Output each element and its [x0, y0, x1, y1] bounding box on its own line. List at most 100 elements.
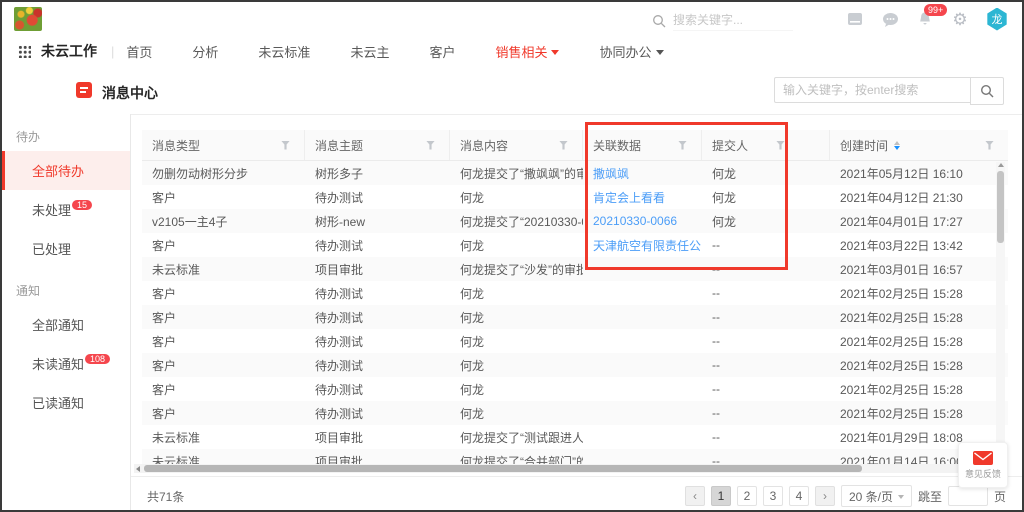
table-cell: 2021年05月12日 16:10	[830, 161, 1008, 185]
sidebar-item[interactable]: 已处理	[2, 229, 130, 268]
table-row[interactable]: 未云标准项目审批何龙提交了“沙发”的审批申请...--2021年03月01日 1…	[142, 257, 1008, 281]
table-cell: 何龙	[450, 353, 583, 377]
table-row[interactable]: 客户待办测试何龙--2021年02月25日 15:28	[142, 305, 1008, 329]
app-name[interactable]: 未云工作	[41, 41, 97, 61]
table-cell	[583, 377, 702, 401]
nav-item-3[interactable]: 未云标准	[258, 42, 310, 61]
sidebar-item[interactable]: 未处理15	[2, 190, 130, 229]
table-row[interactable]: 客户待办测试何龙肯定会上看看何龙2021年04月12日 21:30	[142, 185, 1008, 209]
scroll-left-icon[interactable]	[136, 466, 140, 472]
page-size-label: 20 条/页	[849, 488, 893, 505]
table-cell: 2021年03月01日 16:57	[830, 257, 1008, 281]
search-button[interactable]	[970, 77, 1004, 105]
sidebar-item-label: 全部通知	[32, 318, 84, 333]
filter-icon[interactable]	[776, 141, 785, 150]
feedback-label: 意见反馈	[965, 467, 1001, 480]
table-cell	[583, 329, 702, 353]
vertical-scrollbar[interactable]	[996, 162, 1005, 464]
table-row[interactable]: 客户待办测试何龙--2021年02月25日 15:28	[142, 281, 1008, 305]
table-row[interactable]: 勿删勿动树形分步树形多子何龙提交了“撒飒飒”的审批申...撒飒飒何龙2021年0…	[142, 161, 1008, 185]
table-row[interactable]: 未云标准项目审批何龙提交了“测试跟进人”的审...--2021年01月29日 1…	[142, 425, 1008, 449]
related-data-link[interactable]: 肯定会上看看	[593, 189, 665, 206]
sidebar-item[interactable]: 未读通知108	[2, 344, 130, 383]
top-bar: 搜索关键字... 99+ ⚙ 龙	[2, 2, 1022, 37]
table-header: 消息类型消息主题消息内容 关联数据 提交人创建时间	[142, 130, 1008, 161]
table-cell: 何龙	[702, 161, 830, 185]
column-header[interactable]: 创建时间	[830, 130, 1008, 160]
page-button-1[interactable]: 1	[711, 486, 731, 506]
prev-page-button[interactable]: ‹	[685, 486, 705, 506]
table-row[interactable]: 客户待办测试何龙--2021年02月25日 15:28	[142, 377, 1008, 401]
nav-item-1[interactable]: 首页	[126, 42, 152, 61]
feedback-button[interactable]: 意见反馈	[958, 442, 1008, 488]
table-cell: 待办测试	[305, 401, 450, 425]
table-cell	[583, 353, 702, 377]
table-cell: 何龙	[450, 305, 583, 329]
table-row[interactable]: 客户待办测试何龙--2021年02月25日 15:28	[142, 329, 1008, 353]
apps-grid-icon[interactable]	[18, 45, 31, 58]
horizontal-scroll-thumb[interactable]	[144, 465, 862, 472]
scroll-up-icon[interactable]	[998, 163, 1004, 167]
table-cell: 客户	[142, 233, 305, 257]
page-button-3[interactable]: 3	[763, 486, 783, 506]
table-cell: 待办测试	[305, 305, 450, 329]
sidebar-item-label: 已读通知	[32, 396, 84, 411]
table-cell: --	[702, 425, 830, 449]
table-cell: 客户	[142, 281, 305, 305]
chat-icon[interactable]	[881, 10, 899, 28]
sidebar-item[interactable]: 已读通知	[2, 383, 130, 422]
table-row[interactable]: 客户待办测试何龙--2021年02月25日 15:28	[142, 353, 1008, 377]
filter-icon[interactable]	[985, 141, 994, 150]
table-cell: 2021年03月22日 13:42	[830, 233, 1008, 257]
table-cell: 何龙	[702, 209, 830, 233]
filter-icon[interactable]	[281, 141, 290, 150]
filter-icon[interactable]	[678, 141, 687, 150]
jump-page-input[interactable]	[948, 486, 988, 506]
table-cell: 天津航空有限责任公司	[583, 233, 702, 257]
envelope-icon	[973, 451, 993, 465]
table-cell: 待办测试	[305, 377, 450, 401]
page-title: 消息中心	[102, 83, 158, 103]
column-header[interactable]: 消息主题	[305, 130, 450, 160]
sidebar-item[interactable]: 全部待办	[2, 151, 130, 190]
horizontal-scrollbar[interactable]	[134, 464, 992, 473]
nav-item-7[interactable]: 协同办公	[599, 42, 663, 61]
nav-item-2[interactable]: 分析	[192, 42, 218, 61]
keyword-search-input[interactable]	[774, 77, 970, 103]
notebook-icon[interactable]	[846, 10, 864, 28]
sort-up-icon	[894, 141, 900, 145]
page-button-2[interactable]: 2	[737, 486, 757, 506]
page-size-select[interactable]: 20 条/页	[841, 485, 912, 507]
table-row[interactable]: v2105一主4子树形-new何龙提交了“20210330-0066”...20…	[142, 209, 1008, 233]
table-cell: 客户	[142, 329, 305, 353]
nav-item-5[interactable]: 客户	[429, 42, 455, 61]
column-header[interactable]: 消息类型	[142, 130, 305, 160]
table-row[interactable]: 客户待办测试何龙天津航空有限责任公司--2021年03月22日 13:42	[142, 233, 1008, 257]
gear-icon[interactable]: ⚙	[951, 10, 969, 28]
filter-icon[interactable]	[426, 141, 435, 150]
next-page-button[interactable]: ›	[815, 486, 835, 506]
related-data-link[interactable]: 20210330-0066	[593, 214, 677, 228]
column-header-label: 消息内容	[460, 137, 508, 154]
bell-icon[interactable]: 99+	[916, 10, 934, 28]
nav-item-4[interactable]: 未云主	[350, 42, 389, 61]
avatar[interactable]: 龙	[986, 8, 1008, 31]
table-row[interactable]: 客户待办测试何龙--2021年02月25日 15:28	[142, 401, 1008, 425]
company-logo[interactable]	[14, 7, 42, 31]
global-search[interactable]: 搜索关键字...	[652, 11, 793, 31]
sort-icon[interactable]	[894, 141, 900, 150]
vertical-scroll-thumb[interactable]	[997, 171, 1004, 243]
column-header-label: 关联数据	[593, 137, 641, 154]
related-data-link[interactable]: 撒飒飒	[593, 165, 629, 182]
sidebar-item[interactable]: 全部通知	[2, 305, 130, 344]
column-header[interactable]: 提交人	[702, 130, 830, 160]
related-data-link[interactable]: 天津航空有限责任公司	[593, 237, 702, 254]
search-icon	[980, 84, 994, 98]
nav-item-6[interactable]: 销售相关	[495, 42, 559, 61]
column-header[interactable]: 关联数据	[583, 130, 702, 160]
column-header[interactable]: 消息内容	[450, 130, 583, 160]
filter-icon[interactable]	[559, 141, 568, 150]
table-cell: 未云标准	[142, 425, 305, 449]
page-button-4[interactable]: 4	[789, 486, 809, 506]
table-cell: 肯定会上看看	[583, 185, 702, 209]
